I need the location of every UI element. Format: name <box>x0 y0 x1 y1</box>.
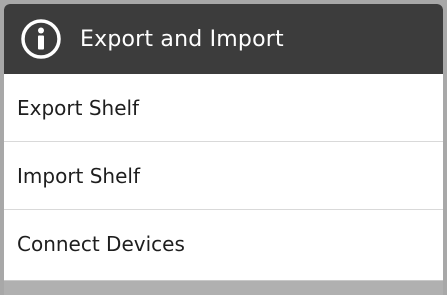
menu-item-connect-devices[interactable]: Connect Devices <box>4 210 443 278</box>
export-import-dialog: Export and Import Export Shelf Import Sh… <box>4 4 443 295</box>
menu-item-label: Export Shelf <box>17 95 140 120</box>
menu-item-label: Import Shelf <box>17 163 141 188</box>
dialog-menu-list: Export Shelf Import Shelf Connect Device… <box>4 74 443 278</box>
menu-item-export-shelf[interactable]: Export Shelf <box>4 74 443 142</box>
menu-item-import-shelf[interactable]: Import Shelf <box>4 142 443 210</box>
dialog-titlebar: Export and Import <box>4 4 443 74</box>
dialog-title: Export and Import <box>80 26 284 52</box>
menu-item-label: Connect Devices <box>17 232 185 256</box>
info-icon <box>20 18 62 60</box>
dialog-bottom-edge <box>4 280 443 295</box>
